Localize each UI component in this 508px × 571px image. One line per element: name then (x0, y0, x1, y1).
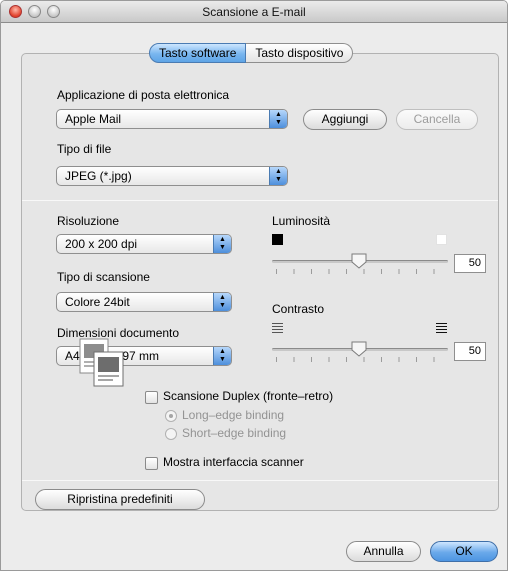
add-button[interactable]: Aggiungi (303, 109, 387, 130)
contrast-label: Contrasto (272, 302, 325, 316)
file-type-label: Tipo di file (57, 142, 112, 156)
divider (22, 480, 498, 481)
dark-swatch-icon (272, 234, 283, 245)
popup-arrows-icon: ▲ ▼ (213, 293, 231, 311)
short-edge-radio[interactable] (165, 428, 177, 440)
scan-type-label: Tipo di scansione (57, 270, 150, 284)
show-scanner-ui-label[interactable]: Mostra interfaccia scanner (163, 455, 304, 469)
email-app-label: Applicazione di posta elettronica (57, 88, 230, 102)
scan-type-value: Colore 24bit (65, 295, 130, 309)
file-type-select[interactable]: JPEG (*.jpg) ▲ ▼ (56, 166, 288, 186)
brightness-slider-ticks (276, 269, 446, 274)
long-edge-radio[interactable] (165, 410, 177, 422)
email-app-value: Apple Mail (65, 112, 122, 126)
email-app-select[interactable]: Apple Mail ▲ ▼ (56, 109, 288, 129)
show-scanner-ui-checkbox[interactable] (145, 457, 158, 470)
high-contrast-icon (436, 323, 447, 333)
resolution-select[interactable]: 200 x 200 dpi ▲ ▼ (56, 234, 232, 254)
tab-bar: Tasto software Tasto dispositivo (149, 43, 354, 63)
cancel-button[interactable]: Annulla (346, 541, 421, 562)
brightness-value-field[interactable]: 50 (454, 254, 486, 273)
tab-tasto-software[interactable]: Tasto software (149, 43, 247, 63)
delete-button[interactable]: Cancella (396, 109, 478, 130)
brightness-label: Luminosità (272, 214, 331, 228)
title-bar[interactable]: Scansione a E-mail (1, 1, 507, 23)
settings-panel: Applicazione di posta elettronica Apple … (21, 53, 499, 511)
long-edge-label: Long–edge binding (182, 408, 285, 422)
divider (22, 200, 498, 201)
contrast-value-field[interactable]: 50 (454, 342, 486, 361)
ok-button[interactable]: OK (430, 541, 498, 562)
resolution-label: Risoluzione (57, 214, 120, 228)
contrast-slider-ticks (276, 357, 446, 362)
scan-type-select[interactable]: Colore 24bit ▲ ▼ (56, 292, 232, 312)
brightness-slider-knob[interactable] (351, 253, 367, 269)
short-edge-label: Short–edge binding (182, 426, 287, 440)
duplex-checkbox[interactable] (145, 391, 158, 404)
file-type-value: JPEG (*.jpg) (65, 169, 132, 183)
dialog-window: Scansione a E-mail Tasto software Tasto … (0, 0, 508, 571)
contrast-slider-knob[interactable] (351, 341, 367, 357)
duplex-document-icon (79, 338, 124, 387)
low-contrast-icon (272, 323, 283, 333)
tab-tasto-dispositivo[interactable]: Tasto dispositivo (246, 43, 354, 63)
duplex-label[interactable]: Scansione Duplex (fronte–retro) (163, 389, 333, 403)
popup-arrows-icon: ▲ ▼ (213, 235, 231, 253)
popup-arrows-icon: ▲ ▼ (269, 167, 287, 185)
restore-defaults-button[interactable]: Ripristina predefiniti (35, 489, 205, 510)
window-title: Scansione a E-mail (202, 5, 306, 19)
light-swatch-icon (436, 234, 447, 245)
popup-arrows-icon: ▲ ▼ (213, 347, 231, 365)
popup-arrows-icon: ▲ ▼ (269, 110, 287, 128)
resolution-value: 200 x 200 dpi (65, 237, 138, 251)
